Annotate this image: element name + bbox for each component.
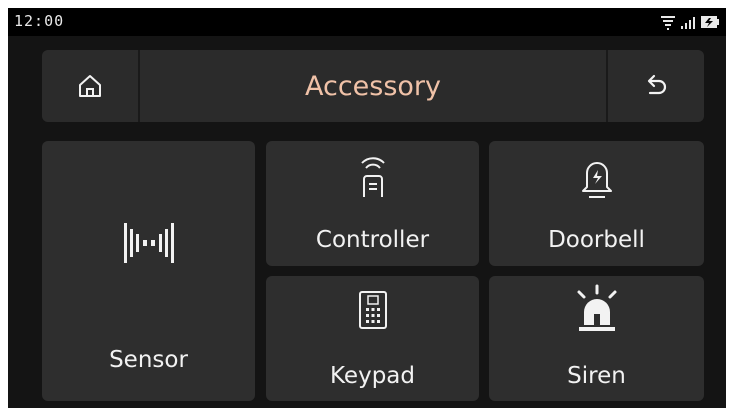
status-icons <box>656 14 720 30</box>
controller-label: Controller <box>315 227 430 253</box>
keypad-icon <box>266 290 479 330</box>
battery-charging-icon <box>701 16 719 28</box>
home-button[interactable] <box>42 50 140 122</box>
doorbell-label: Doorbell <box>548 227 645 253</box>
keypad-label: Keypad <box>330 363 415 389</box>
home-icon <box>79 75 101 97</box>
doorbell-tile[interactable]: Doorbell <box>489 141 704 266</box>
sensor-icon <box>42 221 255 265</box>
remote-controller-icon <box>266 153 479 199</box>
siren-tile[interactable]: Siren <box>489 276 704 401</box>
siren-label: Siren <box>567 363 626 389</box>
sensor-tile[interactable]: Sensor <box>42 141 255 401</box>
device-screen: 12:00 Accessory Sensor Controller Doorbe… <box>8 8 726 408</box>
keypad-tile[interactable]: Keypad <box>266 276 479 401</box>
wifi-icon <box>661 16 675 30</box>
siren-icon <box>489 284 704 334</box>
clock: 12:00 <box>14 12 65 30</box>
sensor-label: Sensor <box>109 347 188 373</box>
doorbell-icon <box>489 157 704 201</box>
controller-tile[interactable]: Controller <box>266 141 479 266</box>
status-bar: 12:00 <box>8 8 726 36</box>
header-bar: Accessory <box>42 50 704 122</box>
back-arrow-icon <box>647 74 667 95</box>
signal-icon <box>681 17 695 29</box>
back-button[interactable] <box>606 50 704 122</box>
page-title: Accessory <box>304 70 442 102</box>
